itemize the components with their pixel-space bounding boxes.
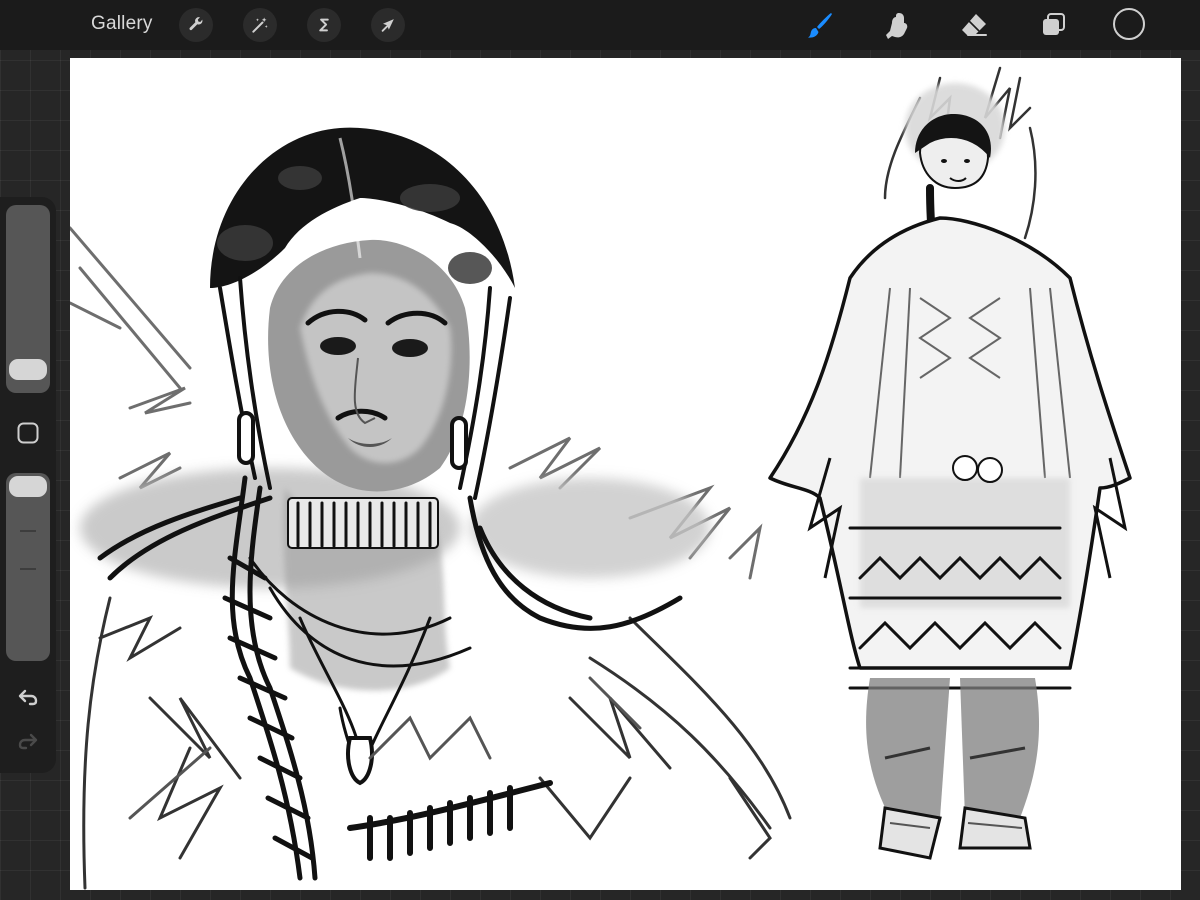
brush-size-slider-thumb[interactable]: [9, 359, 47, 381]
smudge-finger-icon: [886, 13, 908, 39]
left-sidebar: [0, 197, 56, 773]
top-toolbar: Gallery: [0, 0, 1200, 50]
smudge-tool-button[interactable]: [879, 7, 915, 43]
layers-icon: [1043, 13, 1065, 35]
brush-size-slider[interactable]: [6, 205, 50, 393]
eraser-icon: [962, 14, 987, 36]
opacity-slider[interactable]: [6, 473, 50, 661]
color-picker-button[interactable]: [1113, 8, 1145, 40]
undo-button[interactable]: [14, 683, 42, 711]
selection-button[interactable]: [307, 8, 341, 42]
eraser-tool-button[interactable]: [956, 7, 992, 43]
square-modify-icon: [17, 422, 39, 444]
layers-button[interactable]: [1035, 7, 1071, 43]
undo-icon: [18, 689, 38, 706]
adjustments-button[interactable]: [243, 8, 277, 42]
opacity-tick: [20, 568, 36, 570]
modify-button[interactable]: [16, 421, 40, 445]
wrench-icon: [189, 17, 203, 31]
redo-button[interactable]: [14, 727, 42, 755]
magic-wand-icon: [252, 17, 268, 33]
full-body-sketch: [768, 66, 1132, 860]
opacity-slider-thumb[interactable]: [9, 476, 47, 497]
drawing-canvas[interactable]: [70, 58, 1181, 890]
portrait-sketch: [70, 127, 792, 890]
redo-icon: [18, 733, 38, 750]
paintbrush-icon: [808, 13, 832, 38]
arrow-cursor-icon: [381, 19, 394, 32]
transform-button[interactable]: [371, 8, 405, 42]
sketch-artwork: [70, 66, 1132, 890]
selection-s-icon: [319, 18, 329, 32]
gallery-button[interactable]: Gallery: [91, 13, 153, 35]
opacity-tick: [20, 530, 36, 532]
brush-tool-button[interactable]: [802, 7, 838, 43]
actions-button[interactable]: [179, 8, 213, 42]
